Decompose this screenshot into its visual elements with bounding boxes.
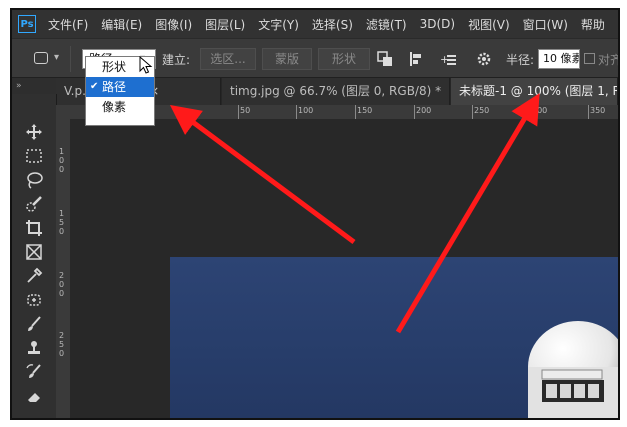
annotation-arrow [169,105,356,245]
annotation-arrow [395,93,540,334]
annotation-arrows [169,93,540,334]
photoshop-window: Ps 文件(F) 编辑(E) 图像(I) 图层(L) 文字(Y) 选择(S) 滤… [10,8,620,420]
